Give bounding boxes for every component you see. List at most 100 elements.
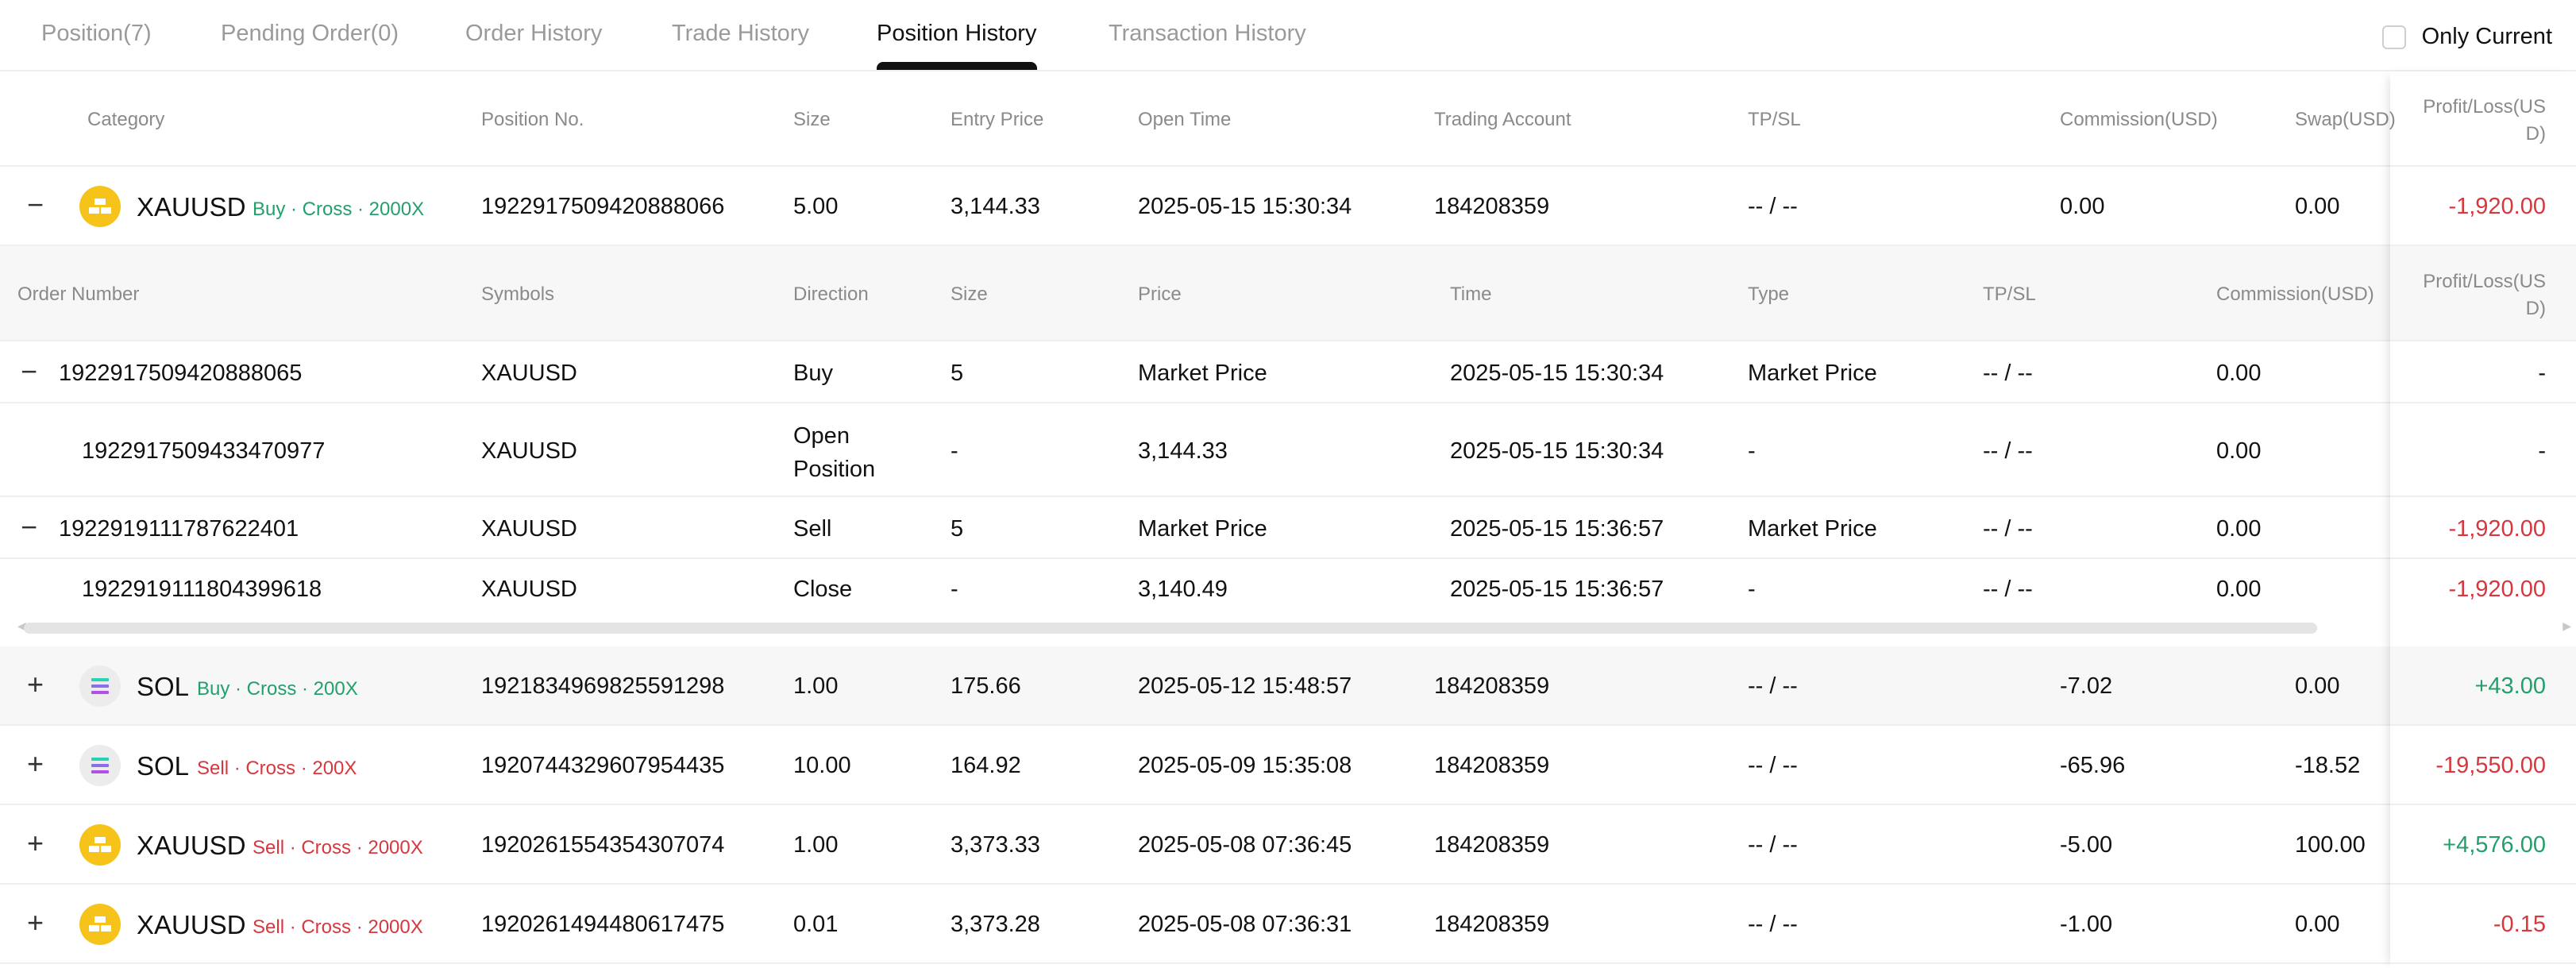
sub-header-tpsl: TP/SL	[1983, 283, 2036, 305]
only-current-checkbox[interactable]	[2381, 25, 2406, 49]
sub-header-direction: Direction	[793, 283, 869, 305]
pnl-value: -19,550.00	[2435, 753, 2546, 778]
open-time-value: 2025-05-08 07:36:45	[1138, 832, 1352, 858]
order-size: 5	[951, 516, 964, 542]
expand-toggle[interactable]: +	[27, 750, 44, 778]
header-tpsl: TP/SL	[1748, 109, 1801, 130]
position-row[interactable]: + SOL Sell · Cross · 200X 19207443296079…	[0, 726, 2576, 805]
order-row[interactable]: − 1922919111787622401 XAUUSD Sell 5 Mark…	[0, 497, 2576, 559]
swap-value: 0.00	[2295, 912, 2340, 937]
header-size: Size	[793, 109, 831, 130]
entry-price-value: 3,373.28	[951, 912, 1040, 937]
collapse-toggle[interactable]: −	[27, 191, 44, 219]
only-current-toggle[interactable]: Only Current	[2381, 24, 2552, 50]
position-tag: Sell · Cross · 2000X	[253, 837, 423, 858]
expand-toggle[interactable]: +	[27, 829, 44, 858]
symbol-label: SOL	[137, 672, 190, 701]
order-pnl: -	[2538, 361, 2546, 386]
position-tag: Buy · Cross · 200X	[197, 678, 358, 700]
trading-account-value: 184208359	[1434, 753, 1550, 778]
order-number: 1922919111804399618	[82, 577, 322, 602]
position-row[interactable]: + SOL Buy · Cross · 200X 192183496982559…	[0, 646, 2576, 726]
order-pnl: -1,920.00	[2448, 516, 2546, 542]
header-profit-loss-line2: D)	[2525, 123, 2546, 145]
open-time-value: 2025-05-09 15:35:08	[1138, 753, 1352, 778]
position-row[interactable]: + XAUUSD Sell · Cross · 2000X 1920261494…	[0, 885, 2576, 964]
tab-trade-history[interactable]: Trade History	[672, 21, 809, 47]
swap-value: 0.00	[2295, 673, 2340, 699]
order-number: 1922917509420888065	[59, 361, 303, 386]
collapse-toggle[interactable]: −	[21, 357, 37, 386]
collapse-toggle[interactable]: −	[21, 513, 37, 542]
order-size: -	[951, 438, 958, 464]
order-time: 2025-05-15 15:30:34	[1450, 438, 1664, 464]
commission-value: -5.00	[2060, 832, 2113, 858]
open-time-value: 2025-05-15 15:30:34	[1138, 194, 1352, 219]
sub-header-type: Type	[1748, 283, 1790, 305]
order-size: -	[951, 577, 958, 602]
order-direction-line2: Position	[793, 457, 876, 482]
order-commission: 0.00	[2216, 577, 2262, 602]
expand-toggle[interactable]: +	[27, 670, 44, 699]
order-time: 2025-05-15 15:36:57	[1450, 516, 1664, 542]
sub-header-profit-loss-line1: Profit/Loss(US	[2423, 271, 2546, 292]
order-symbol: XAUUSD	[481, 516, 577, 542]
commission-value: -7.02	[2060, 673, 2113, 699]
position-row[interactable]: − XAUUSD Buy · Cross · 2000X 19229175094…	[0, 167, 2576, 246]
position-tag: Sell · Cross · 2000X	[253, 916, 423, 938]
order-number: 1922917509433470977	[82, 438, 326, 464]
position-no: 1922917509420888066	[481, 194, 725, 219]
tab-pending-order[interactable]: Pending Order(0)	[221, 21, 399, 47]
position-tag: Sell · Cross · 200X	[197, 758, 357, 779]
header-trading-account: Trading Account	[1434, 109, 1571, 130]
commission-value: -1.00	[2060, 912, 2113, 937]
commission-value: 0.00	[2060, 194, 2105, 219]
expand-toggle[interactable]: +	[27, 908, 44, 937]
gold-bars-icon	[79, 186, 121, 227]
gold-bars-icon	[79, 904, 121, 945]
order-direction: Open Position	[793, 419, 875, 486]
position-row[interactable]: + XAUUSD Sell · Cross · 2000X 1920261554…	[0, 805, 2576, 885]
order-type: -	[1748, 577, 1756, 602]
order-commission: 0.00	[2216, 516, 2262, 542]
order-price: Market Price	[1138, 516, 1267, 542]
order-type: Market Price	[1748, 361, 1877, 386]
sub-header-profit-loss: Profit/Loss(US D)	[2423, 268, 2546, 322]
position-tag: Buy · Cross · 2000X	[253, 199, 425, 220]
sub-header-size: Size	[951, 283, 988, 305]
tab-position-history[interactable]: Position History	[877, 21, 1036, 47]
order-price: Market Price	[1138, 361, 1267, 386]
trading-account-value: 184208359	[1434, 673, 1550, 699]
solana-icon	[79, 665, 121, 707]
order-pnl: -	[2538, 438, 2546, 464]
size-value: 1.00	[793, 673, 839, 699]
swap-value: 100.00	[2295, 832, 2366, 858]
size-value: 10.00	[793, 753, 851, 778]
order-row[interactable]: − 1922917509420888065 XAUUSD Buy 5 Marke…	[0, 341, 2576, 403]
open-time-value: 2025-05-12 15:48:57	[1138, 673, 1352, 699]
order-tpsl: -- / --	[1983, 516, 2033, 542]
order-commission: 0.00	[2216, 438, 2262, 464]
horizontal-scrollbar[interactable]	[24, 623, 2317, 634]
header-profit-loss: Profit/Loss(US D)	[2423, 94, 2546, 148]
entry-price-value: 175.66	[951, 673, 1021, 699]
tab-transaction-history[interactable]: Transaction History	[1109, 21, 1306, 47]
sub-header-symbols: Symbols	[481, 283, 555, 305]
order-price: 3,144.33	[1138, 438, 1228, 464]
tab-order-history[interactable]: Order History	[465, 21, 602, 47]
position-no: 1920261494480617475	[481, 912, 725, 937]
scroll-right-arrow[interactable]: ▶	[2563, 619, 2571, 633]
order-direction: Close	[793, 577, 853, 602]
trading-account-value: 184208359	[1434, 912, 1550, 937]
pnl-value: -1,920.00	[2448, 194, 2546, 219]
tab-position[interactable]: Position(7)	[41, 21, 152, 47]
header-position-no: Position No.	[481, 109, 584, 130]
order-pnl: -1,920.00	[2448, 577, 2546, 602]
table-header: Category Position No. Size Entry Price O…	[0, 71, 2576, 167]
symbol-label: XAUUSD	[137, 831, 246, 860]
order-tpsl: -- / --	[1983, 577, 2033, 602]
order-type: Market Price	[1748, 516, 1877, 542]
size-value: 5.00	[793, 194, 839, 219]
order-tpsl: -- / --	[1983, 438, 2033, 464]
tpsl-value: -- / --	[1748, 194, 1798, 219]
